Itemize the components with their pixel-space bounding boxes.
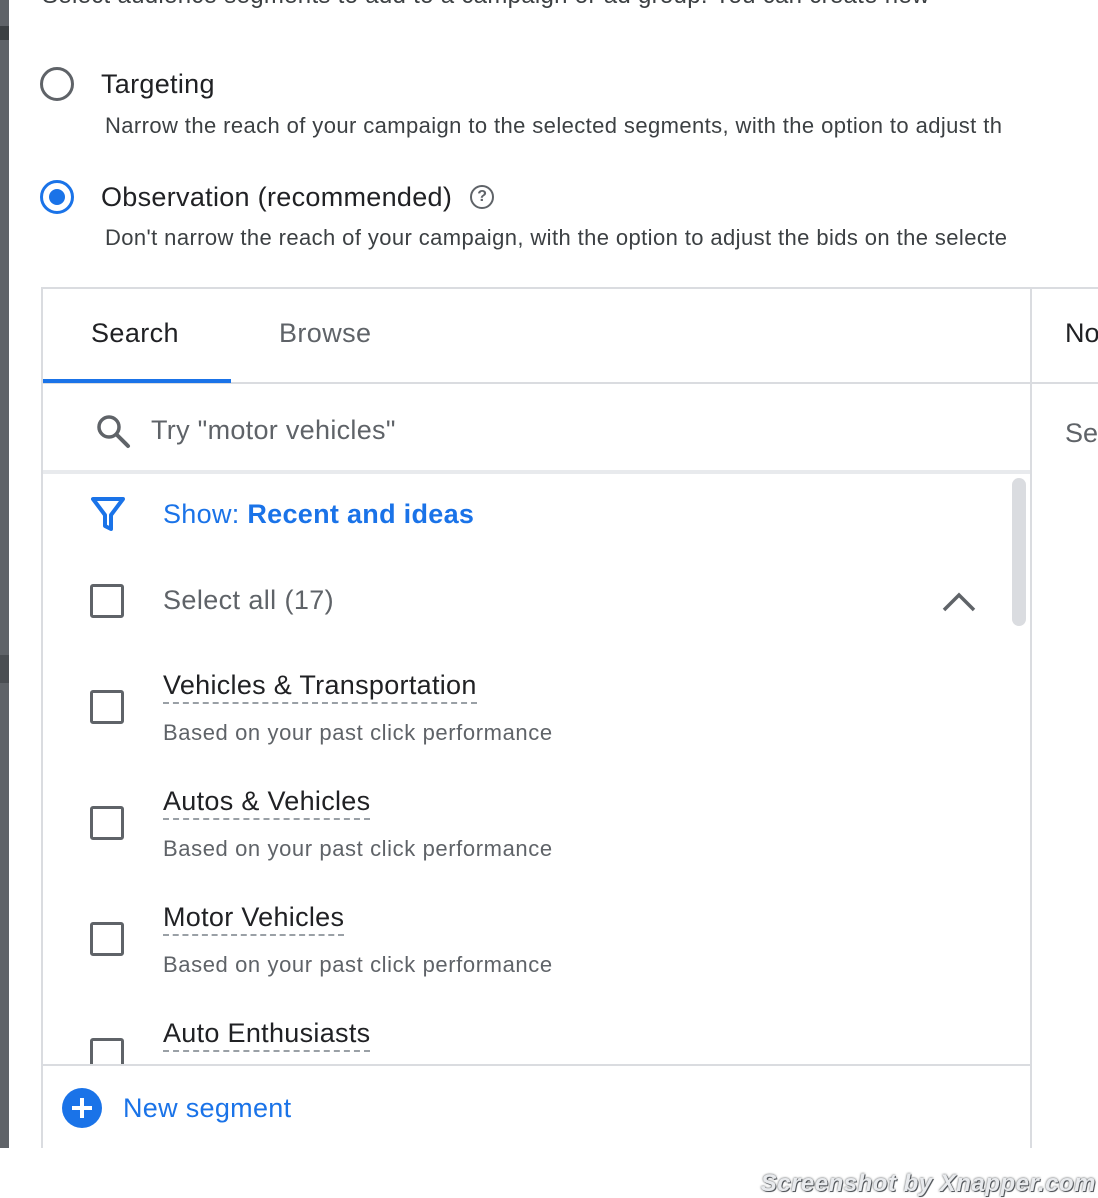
selected-panel-subtext: Se	[1065, 418, 1098, 448]
segment-subtitle: Based on your past click performance	[163, 836, 553, 861]
segment-subtitle: Based on your past click performance	[163, 952, 553, 977]
segment-title[interactable]: Motor Vehicles	[163, 902, 345, 936]
observation-option[interactable]: Observation (recommended) ?	[40, 180, 495, 214]
targeting-option[interactable]: Targeting	[40, 67, 215, 101]
tab-browse[interactable]: Browse	[279, 318, 371, 349]
plus-icon	[62, 1088, 102, 1128]
overlay-text-fragment	[0, 26, 9, 40]
segment-title[interactable]: Auto Enthusiasts	[163, 1018, 371, 1052]
background-overlay-strip	[0, 0, 9, 1148]
selected-panel-header: No	[1065, 318, 1098, 348]
select-all-label: Select all (17)	[163, 585, 335, 615]
observation-radio[interactable]	[40, 180, 74, 214]
segment-title[interactable]: Vehicles & Transportation	[163, 670, 477, 704]
active-tab-indicator	[43, 379, 231, 383]
panel-divider	[1030, 384, 1032, 1148]
filter-icon	[91, 497, 125, 531]
footer-divider	[43, 1064, 1030, 1066]
search-icon	[97, 415, 130, 448]
filter-label[interactable]: Show: Recent and ideas	[163, 499, 474, 530]
filter-prefix: Show:	[163, 498, 248, 529]
segment-checkbox[interactable]	[90, 922, 124, 956]
watermark-text: Screenshot by Xnapper.com	[760, 1170, 1096, 1197]
segment-checkbox[interactable]	[90, 690, 124, 724]
list-scrollbar[interactable]	[1012, 478, 1026, 626]
tab-search[interactable]: Search	[91, 318, 179, 349]
overlay-text-fragment	[0, 655, 9, 683]
search-input[interactable]	[151, 410, 951, 450]
segment-subtitle: Based on your past click performance	[163, 720, 553, 745]
segment-checkbox[interactable]	[90, 806, 124, 840]
targeting-description: Narrow the reach of your campaign to the…	[105, 113, 1003, 138]
help-icon[interactable]: ?	[470, 185, 495, 209]
observation-label: Observation (recommended)	[101, 181, 453, 212]
intro-text: Select audience segments to add to a cam…	[42, 0, 930, 10]
targeting-radio[interactable]	[40, 67, 74, 101]
chevron-up-icon[interactable]	[941, 586, 977, 616]
new-segment-label: New segment	[123, 1092, 292, 1123]
filter-value: Recent and ideas	[247, 498, 475, 529]
segment-list[interactable]: Show: Recent and ideas Select all (17) V…	[43, 474, 1030, 1064]
segment-checkbox[interactable]	[90, 1038, 124, 1064]
search-bar	[43, 384, 1030, 470]
filter-control[interactable]: Show: Recent and ideas	[91, 496, 474, 532]
new-segment-button[interactable]: New segment	[62, 1088, 291, 1128]
segment-title[interactable]: Autos & Vehicles	[163, 786, 371, 820]
select-all-checkbox[interactable]	[90, 584, 124, 618]
observation-description: Don't narrow the reach of your campaign,…	[105, 225, 1008, 250]
panel-divider	[1030, 287, 1032, 384]
targeting-label: Targeting	[101, 68, 215, 99]
